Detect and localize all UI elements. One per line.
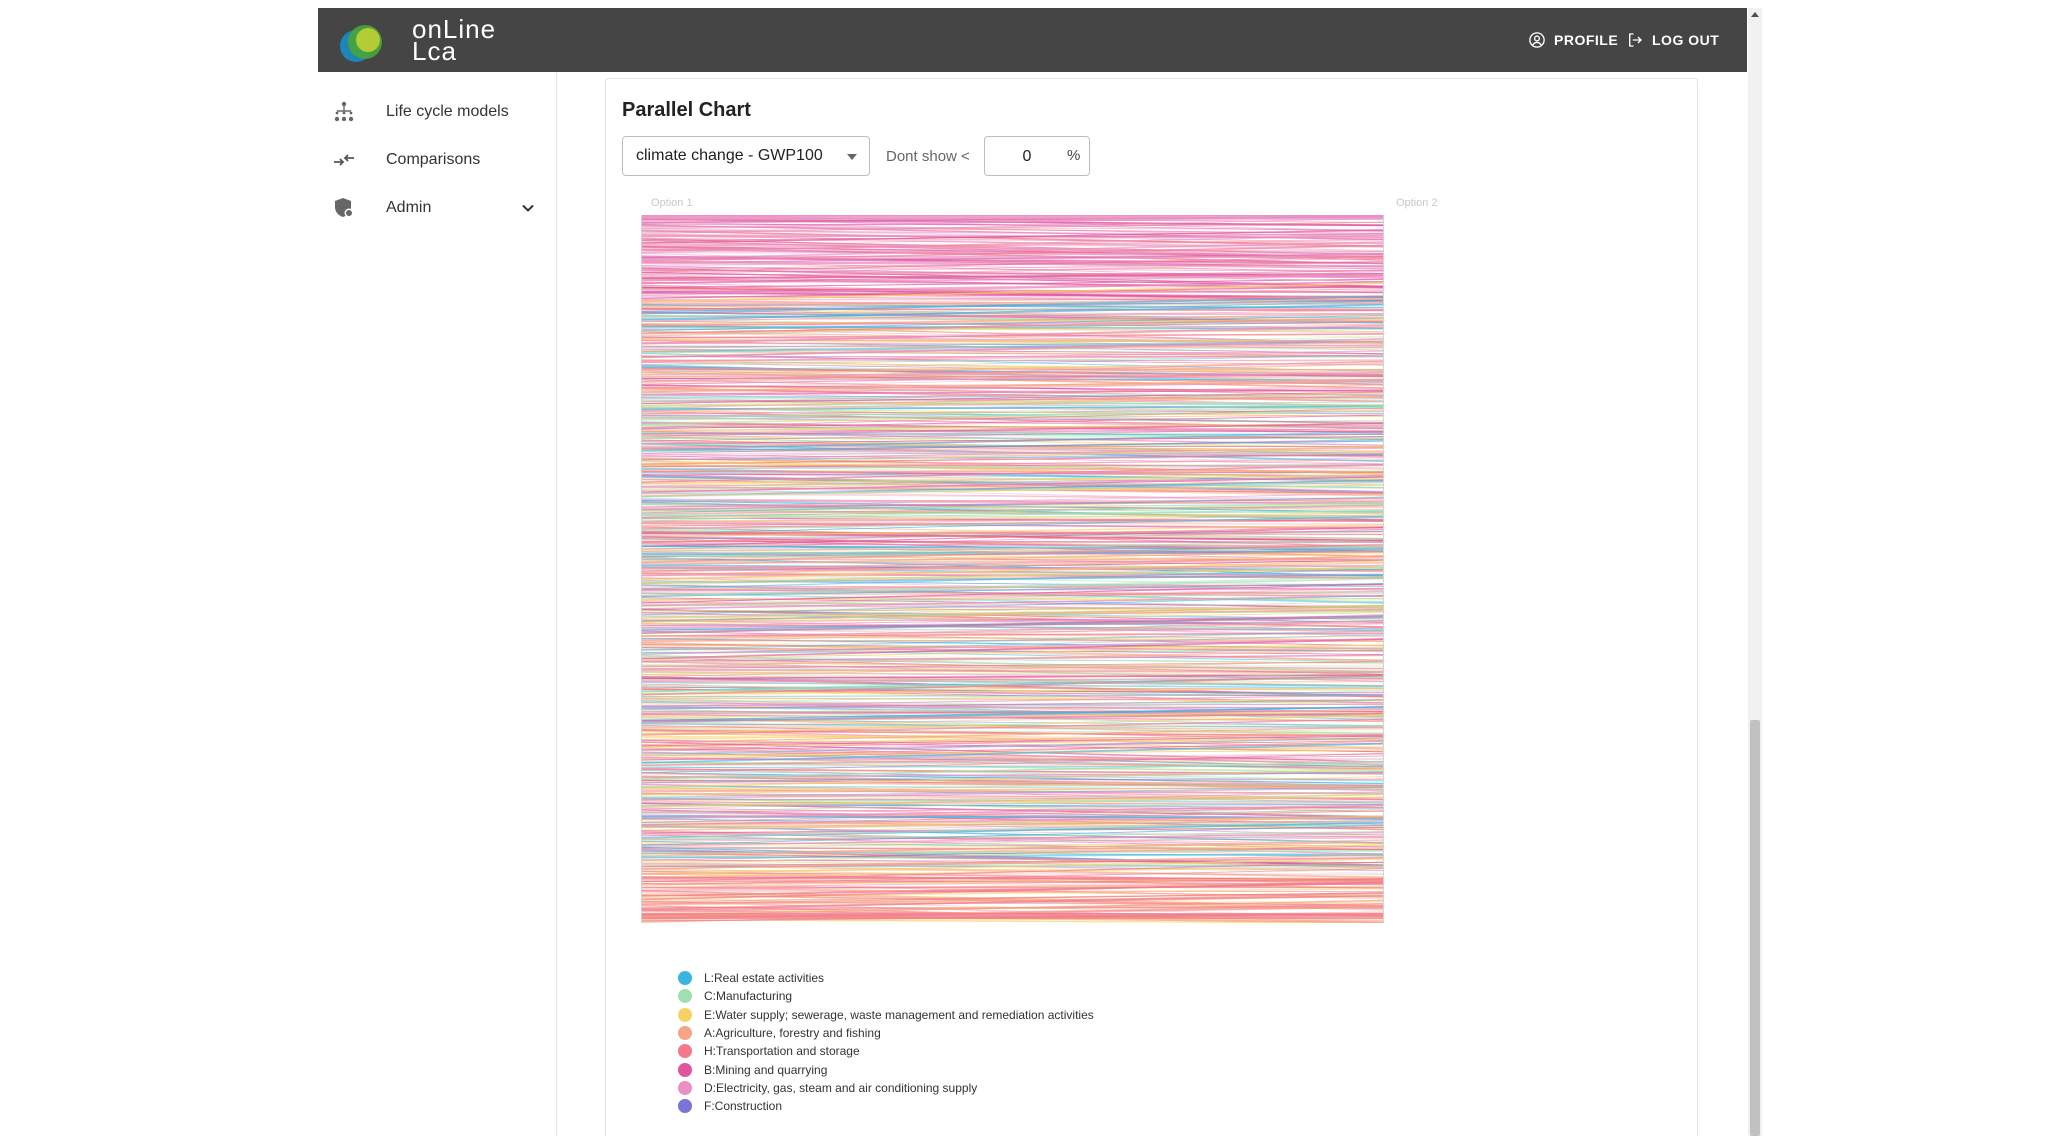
parallel-line-band: [641, 215, 1384, 219]
threshold-label: Dont show <: [886, 148, 970, 165]
app-window: onLine Lca PROFILE LOG OUT Life cycle mo…: [318, 8, 1747, 1136]
sidebar-item-life-cycle-models[interactable]: Life cycle models: [318, 90, 556, 134]
parallel-chart-card: Parallel Chart climate change - GWP100 D…: [605, 78, 1698, 1136]
scrollbar-thumb[interactable]: [1750, 720, 1760, 1136]
legend-swatch: [678, 1099, 692, 1114]
axis-label-option-2: Option 2: [1396, 197, 1438, 209]
legend-label: H:Transportation and storage: [704, 1044, 860, 1059]
logout-label: LOG OUT: [1652, 32, 1720, 48]
parallel-lines-group: [641, 215, 1384, 923]
dropdown-arrow-icon: [847, 154, 857, 160]
legend-swatch: [678, 1026, 692, 1041]
logout-icon: [1629, 33, 1642, 47]
legend-swatch: [678, 989, 692, 1004]
logo-mark-icon: [340, 25, 382, 62]
card-title: Parallel Chart: [622, 99, 751, 121]
top-app-bar: onLine Lca PROFILE LOG OUT: [318, 8, 1747, 72]
axis-label-option-1: Option 1: [651, 197, 693, 209]
parallel-chart: [641, 215, 1384, 923]
page-scrollbar[interactable]: [1748, 8, 1762, 1136]
profile-label: PROFILE: [1554, 32, 1619, 48]
parallel-line-band: [641, 913, 1384, 919]
percent-suffix: %: [1067, 147, 1081, 164]
legend-swatch: [678, 1080, 692, 1095]
threshold-field[interactable]: %: [984, 136, 1090, 177]
legend-item: E:Water supply; sewerage, waste manageme…: [678, 1006, 1094, 1024]
sidebar-item-admin[interactable]: Admin: [318, 186, 556, 230]
app-logo[interactable]: onLine Lca: [336, 14, 496, 66]
legend-swatch: [678, 1062, 692, 1077]
scroll-up-arrow-icon[interactable]: [1751, 12, 1759, 17]
legend-swatch: [678, 1044, 692, 1059]
legend-label: E:Water supply; sewerage, waste manageme…: [704, 1007, 1094, 1022]
legend-item: B:Mining and quarrying: [678, 1060, 1094, 1078]
legend-item: D:Electricity, gas, steam and air condit…: [678, 1079, 1094, 1097]
threshold-input[interactable]: [985, 137, 1069, 177]
legend-item: H:Transportation and storage: [678, 1042, 1094, 1060]
logout-button[interactable]: LOG OUT: [1626, 28, 1719, 52]
sidebar-item-label: Life cycle models: [386, 103, 509, 120]
legend-item: F:Construction: [678, 1097, 1094, 1115]
chevron-down-icon[interactable]: [518, 198, 538, 218]
legend-label: C:Manufacturing: [704, 989, 793, 1004]
profile-button[interactable]: PROFILE: [1528, 28, 1618, 52]
legend-swatch: [678, 971, 692, 986]
sidebar-item-label: Admin: [386, 199, 432, 216]
legend-item: C:Manufacturing: [678, 987, 1094, 1005]
legend-swatch: [678, 1007, 692, 1022]
sidebar-nav: Life cycle models Comparisons Admin: [318, 72, 557, 1136]
admin-shield-icon: [335, 198, 354, 218]
legend-item: A:Agriculture, forestry and fishing: [678, 1024, 1094, 1042]
legend-label: F:Construction: [704, 1099, 783, 1114]
hierarchy-icon: [334, 101, 354, 122]
legend-label: B:Mining and quarrying: [704, 1062, 828, 1077]
legend-label: D:Electricity, gas, steam and air condit…: [704, 1080, 978, 1095]
compare-arrows-icon: [334, 154, 354, 166]
legend-label: A:Agriculture, forestry and fishing: [704, 1026, 881, 1041]
impact-category-select[interactable]: climate change - GWP100: [622, 136, 870, 176]
sidebar-item-comparisons[interactable]: Comparisons: [318, 138, 556, 182]
legend-item: L:Real estate activities: [678, 969, 1094, 987]
legend-label: L:Real estate activities: [704, 971, 825, 986]
impact-category-value: climate change - GWP100: [636, 147, 823, 164]
logo-wordmark: onLine Lca: [412, 16, 496, 64]
chart-legend: L:Real estate activities C:Manufacturing…: [678, 969, 1094, 1115]
parallel-line: [641, 873, 1384, 875]
account-circle-icon: [1529, 32, 1545, 48]
sidebar-item-label: Comparisons: [386, 151, 481, 168]
